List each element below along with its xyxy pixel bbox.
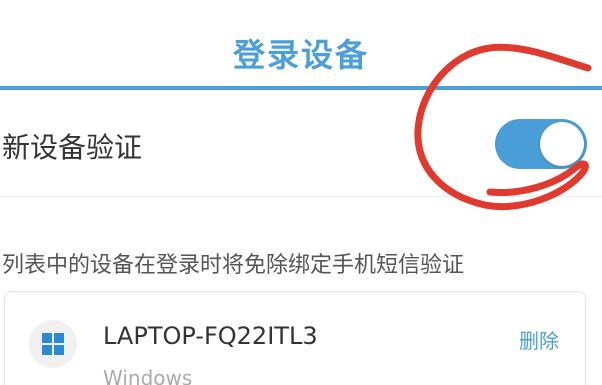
header: 登录设备 [0,0,602,90]
page-title: 登录设备 [232,36,369,74]
new-device-verification-label: 新设备验证 [2,131,143,164]
device-os: Windows [103,366,193,385]
header-underline [0,86,602,90]
toggle-knob [540,122,584,166]
login-devices-screen: 登录设备 新设备验证 列表中的设备在登录时将免除绑定手机短信验证 LAPTOP-… [0,0,602,385]
new-device-verification-row: 新设备验证 [0,96,602,197]
windows-icon [42,333,64,355]
device-card: LAPTOP-FQ22ITL3 Windows 删除 [4,291,586,385]
device-name: LAPTOP-FQ22ITL3 [103,322,318,350]
device-icon [29,320,77,368]
delete-device-button[interactable]: 删除 [519,325,559,354]
device-list-description: 列表中的设备在登录时将免除绑定手机短信验证 [2,253,465,278]
new-device-verification-toggle[interactable] [495,119,587,169]
